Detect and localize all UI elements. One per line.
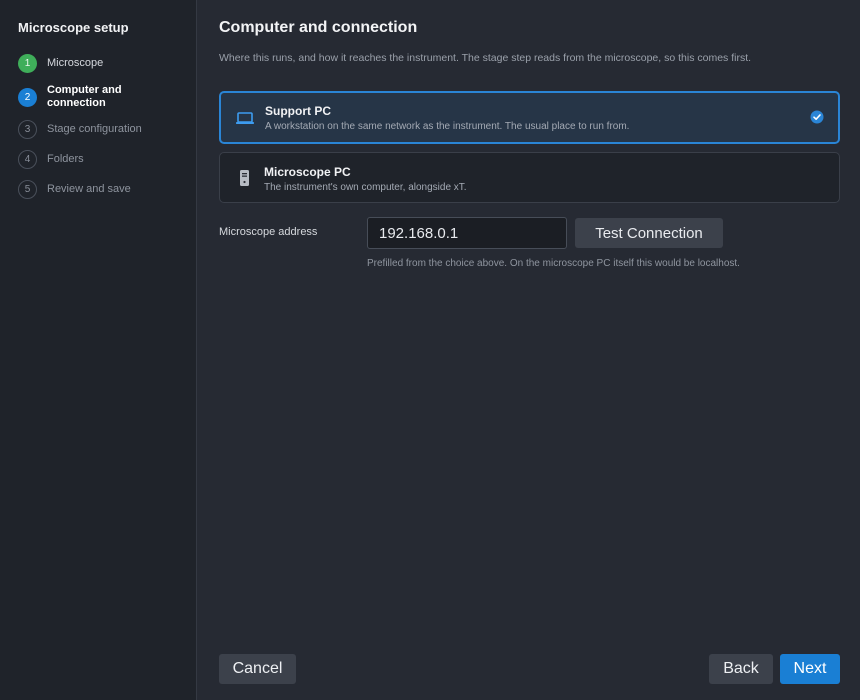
step-label: Folders [47,153,84,165]
step-microscope[interactable]: 1 Microscope [18,54,188,73]
page-description: Where this runs, and how it reaches the … [219,52,752,64]
step-stage-configuration[interactable]: 3 Stage configuration [18,120,188,139]
test-connection-button[interactable]: Test Connection [575,218,723,248]
step-label: Review and save [47,183,131,195]
tower-pc-icon [234,169,254,187]
next-button[interactable]: Next [780,654,840,684]
step-number: 4 [18,150,37,169]
option-support-pc[interactable]: Support PC A workstation on the same net… [219,91,840,144]
cancel-button[interactable]: Cancel [219,654,296,684]
step-label: Computer and connection [47,84,122,109]
option-subtitle: A workstation on the same network as the… [265,121,630,132]
microscope-address-label: Microscope address [219,226,318,238]
option-microscope-pc[interactable]: Microscope PC The instrument's own compu… [219,152,840,203]
laptop-icon [235,109,255,127]
step-number: 1 [18,54,37,73]
option-title: Support PC [265,104,331,118]
step-number: 2 [18,87,37,107]
step-folders[interactable]: 4 Folders [18,150,188,169]
microscope-address-input[interactable] [367,217,567,249]
sidebar: Microscope setup 1 Microscope 2 Computer… [0,0,197,700]
back-button[interactable]: Back [709,654,773,684]
step-label: Stage configuration [47,123,142,135]
address-hint: Prefilled from the choice above. On the … [367,258,740,269]
step-computer-and-connection[interactable]: 2 Computer and connection [18,84,188,110]
step-number: 3 [18,120,37,139]
check-circle-icon [810,110,824,124]
sidebar-title: Microscope setup [18,20,129,35]
step-review-and-save[interactable]: 5 Review and save [18,180,188,199]
option-subtitle: The instrument's own computer, alongside… [264,182,467,193]
step-label: Microscope [47,57,104,69]
option-title: Microscope PC [264,165,351,179]
step-number: 5 [18,180,37,199]
page-title: Computer and connection [219,19,418,36]
